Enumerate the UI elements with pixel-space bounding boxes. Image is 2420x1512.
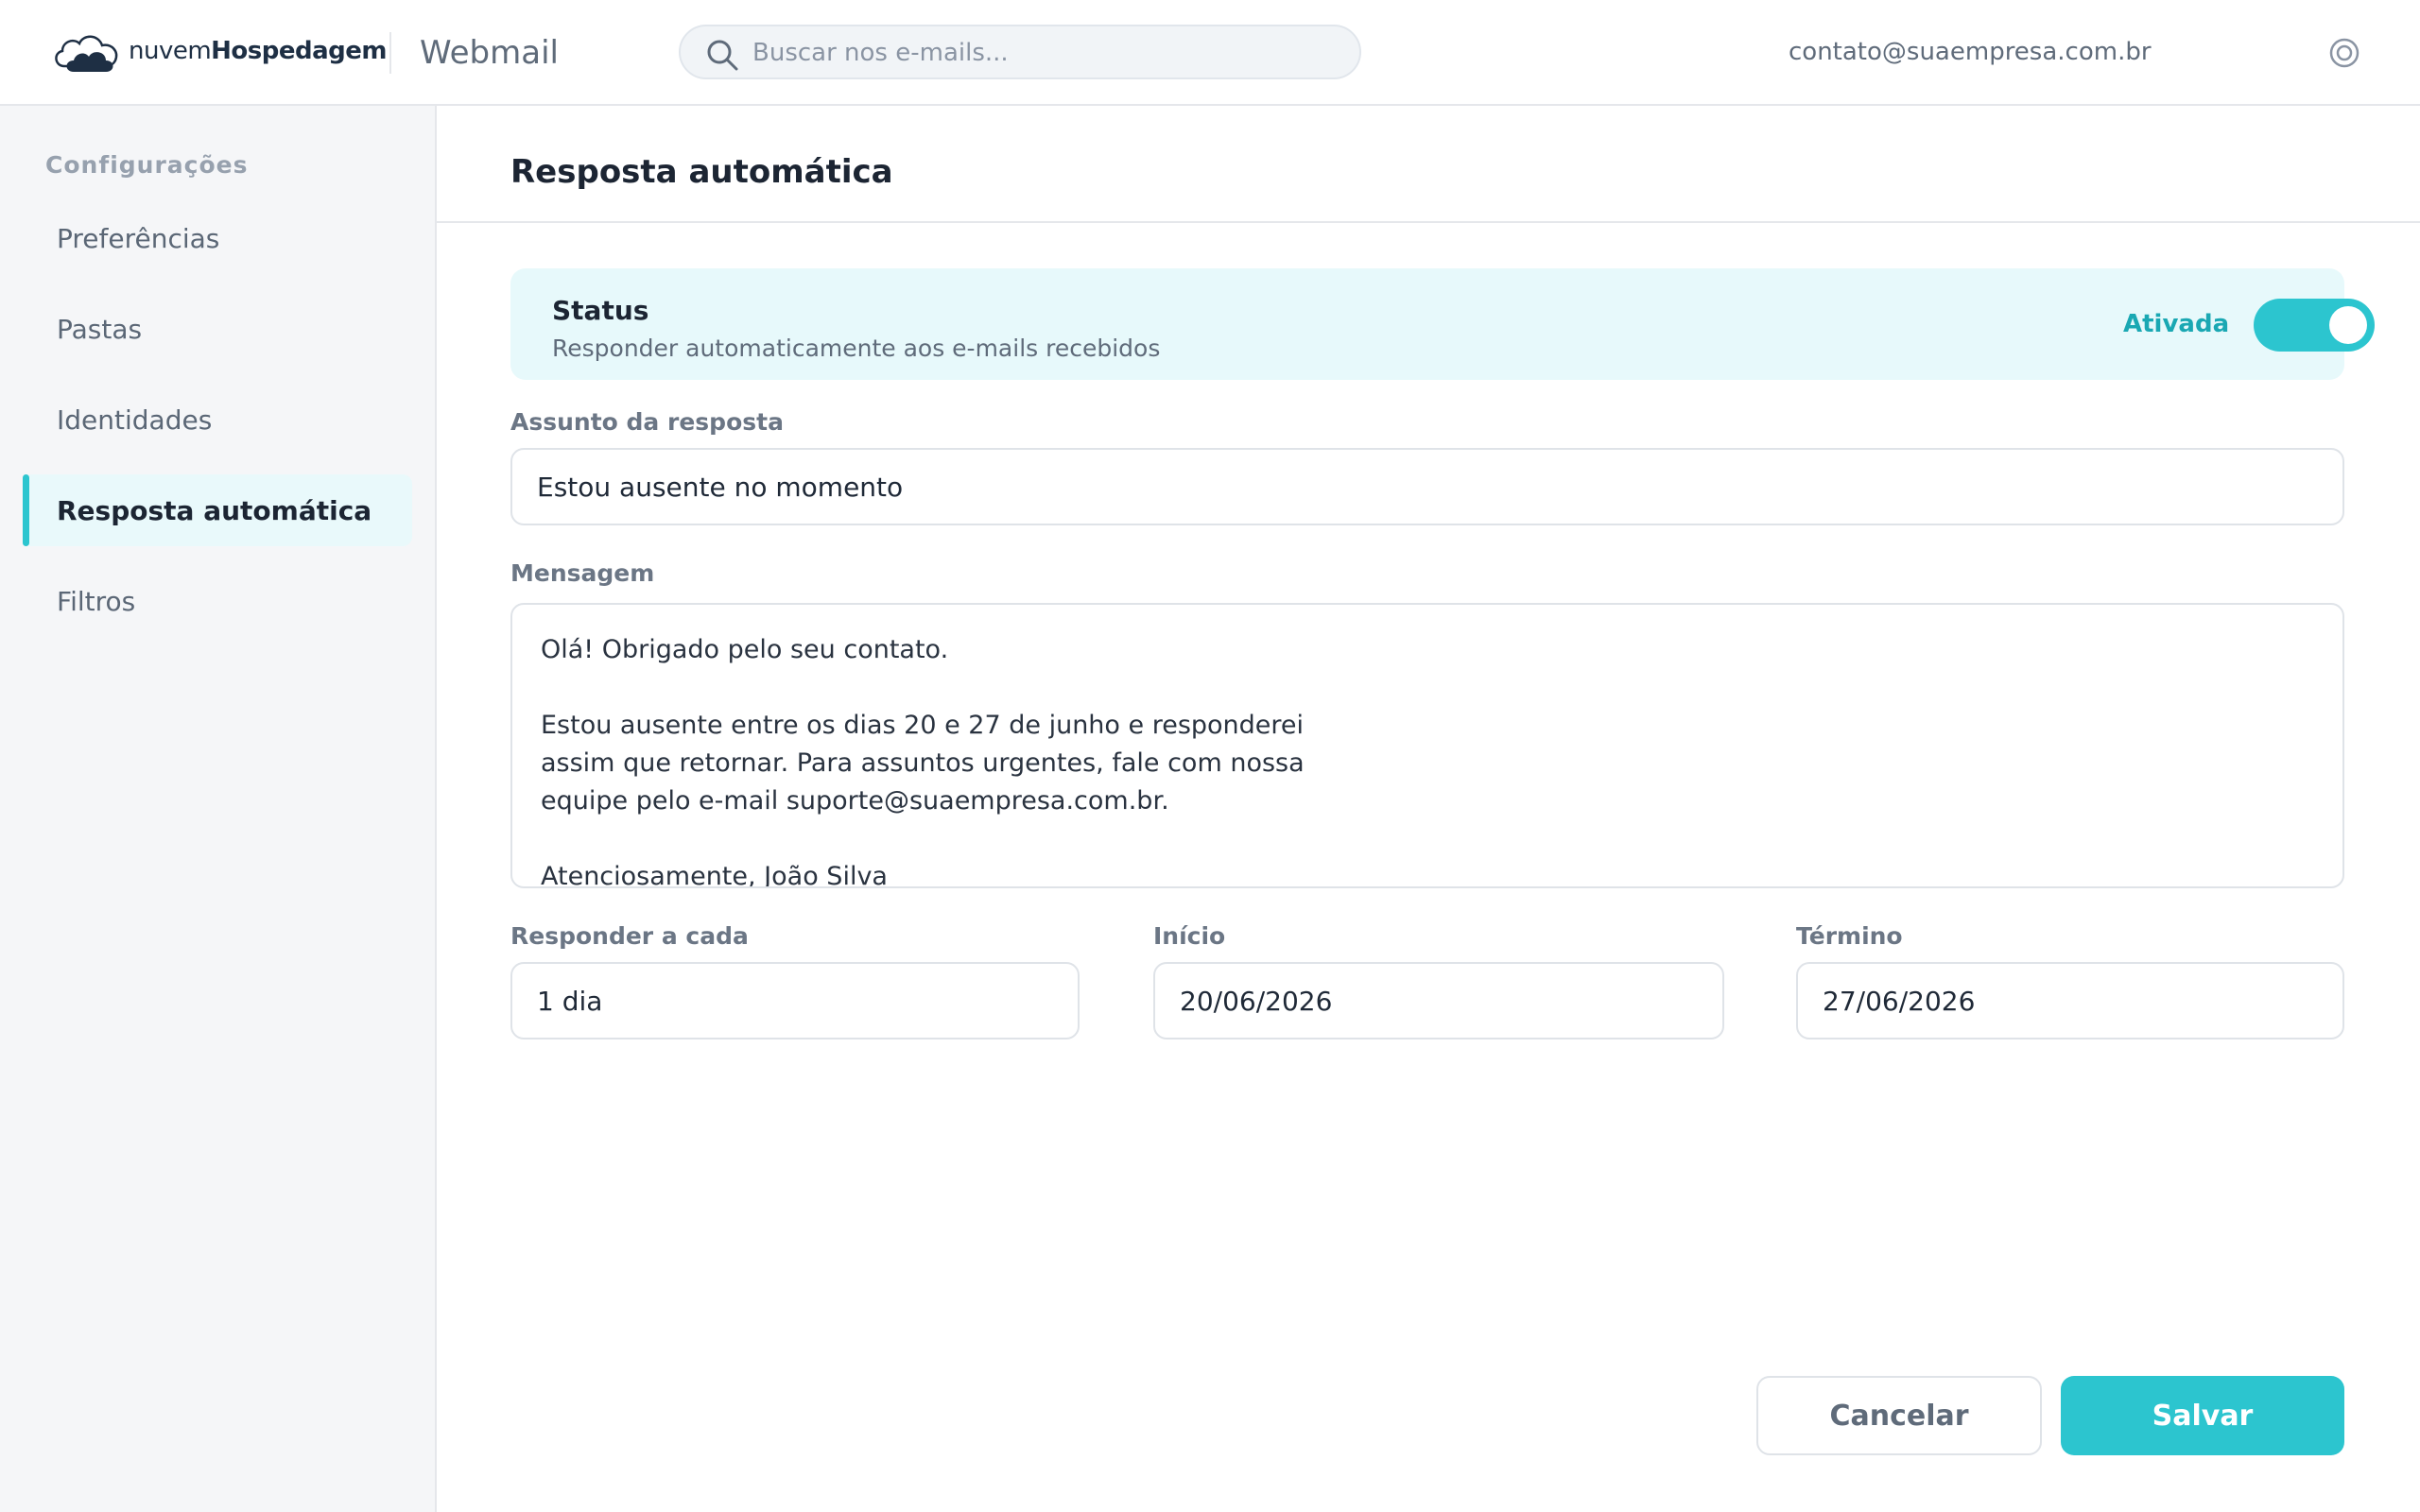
sidebar-heading: Configurações [45,151,249,179]
message-textarea[interactable]: Olá! Obrigado pelo seu contato. Estou au… [510,603,2344,888]
interval-input[interactable] [510,962,1080,1040]
settings-icon [2329,38,2360,68]
status-state-label: Ativada [2123,310,2230,338]
cancel-button[interactable]: Cancelar [1756,1376,2042,1455]
sidebar-item-filtros[interactable]: Filtros [23,565,412,637]
end-date-label: Término [1796,922,1903,950]
sidebar-item-label: Filtros [57,585,136,617]
start-date-input[interactable] [1153,962,1724,1040]
sidebar-item-preferencias[interactable]: Preferências [23,202,412,274]
logo-text-bold: Hospedagem [211,37,388,65]
main-header: Resposta automática [437,106,2420,223]
top-bar: nuvemHospedagem Webmail contato@suaempre… [0,0,2420,106]
end-date-input[interactable] [1796,962,2344,1040]
cloud-icon [55,35,118,72]
start-date-label: Início [1153,922,1226,950]
auto-reply-toggle[interactable] [2254,299,2375,352]
logo-text-light: nuvem [129,37,212,65]
sidebar-item-label: Identidades [57,404,213,436]
app-name: Webmail [420,34,559,72]
sidebar-item-resposta-automatica[interactable]: Resposta automática [23,474,412,546]
account-email[interactable]: contato@suaempresa.com.br [1789,38,2152,66]
settings-sidebar: Configurações Preferências Pastas Identi… [0,106,437,1512]
search-input[interactable] [752,34,1339,72]
brand-logo[interactable]: nuvem Hospedagem [51,25,388,77]
status-card: Status Responder automaticamente aos e-m… [510,268,2375,380]
toggle-knob [2329,306,2367,344]
interval-label: Responder a cada [510,922,749,950]
sidebar-item-label: Preferências [57,222,220,254]
status-description: Responder automaticamente aos e-mails re… [552,335,1161,362]
message-label: Mensagem [510,559,655,587]
subject-label: Assunto da resposta [510,408,784,436]
search-icon [707,40,738,71]
sidebar-item-identidades[interactable]: Identidades [23,384,412,455]
main-content: Resposta automática Status Responder aut… [437,106,2420,1512]
subject-input[interactable] [510,448,2344,525]
page-title: Resposta automática [510,153,893,191]
header-divider [389,32,391,74]
sidebar-item-pastas[interactable]: Pastas [23,293,412,365]
settings-button[interactable] [2325,34,2363,72]
search-bar[interactable] [679,25,1361,79]
save-button[interactable]: Salvar [2061,1376,2344,1455]
sidebar-item-label: Resposta automática [57,494,372,526]
status-title: Status [552,295,649,326]
sidebar-item-label: Pastas [57,313,143,345]
